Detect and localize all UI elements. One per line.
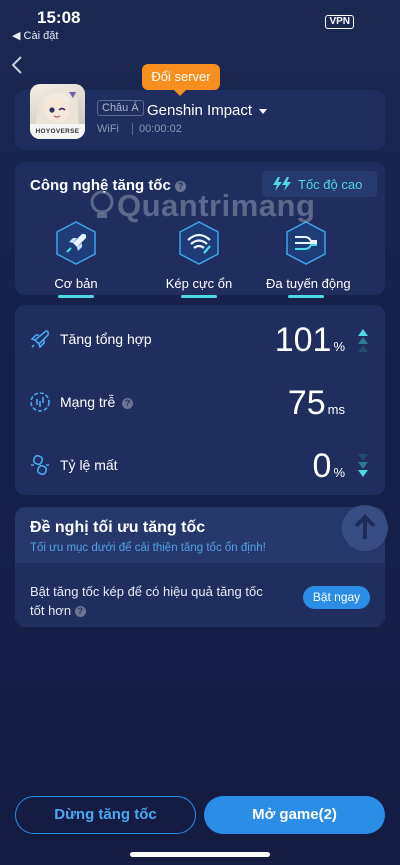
vpn-badge: VPN: [325, 15, 354, 29]
caret-down-icon[interactable]: [259, 109, 267, 114]
hoyoverse-logo: HOYOVERSE: [35, 128, 80, 135]
mode-dual-label: Kép cực ổn: [165, 276, 233, 291]
chevron-left-icon: [11, 56, 22, 74]
stop-acceleration-button[interactable]: Dừng tăng tốc: [15, 796, 196, 834]
region-chip: Châu Á: [97, 100, 144, 116]
stat-label: Tăng tổng hợp: [60, 331, 152, 347]
stat-label: Mạng trễ ?: [60, 394, 134, 410]
game-name[interactable]: Genshin Impact: [147, 102, 252, 119]
stat-value: 101%: [274, 321, 345, 359]
elapsed-timer: 00:00:02: [132, 123, 182, 135]
wifi-double-icon: [179, 221, 219, 265]
stat-label: Tỷ lệ mất: [60, 457, 118, 473]
lightning-icon: [273, 177, 291, 191]
mode-basic-underline: [58, 295, 94, 298]
open-game-button[interactable]: Mở game(2): [204, 796, 385, 834]
stat-value: 0%: [312, 447, 345, 485]
mode-basic[interactable]: Cơ bản: [36, 220, 116, 298]
arrow-up-icon[interactable]: [342, 505, 388, 551]
high-speed-chip[interactable]: Tốc độ cao: [262, 171, 377, 197]
packet-loss-icon: [31, 454, 49, 476]
trend-down-icon: [358, 454, 368, 477]
help-icon[interactable]: ?: [175, 180, 186, 192]
optimization-title: Đề nghị tối ưu tăng tốc: [30, 519, 206, 536]
optimization-card: Đề nghị tối ưu tăng tốc Tối ưu mục dưới …: [15, 505, 388, 627]
optimization-header: Đề nghị tối ưu tăng tốc Tối ưu mục dưới …: [15, 505, 388, 563]
home-indicator[interactable]: [130, 852, 270, 857]
game-avatar: HOYOVERSE: [30, 84, 85, 139]
stat-row-total-boost: Tăng tổng hợp 101%: [15, 308, 385, 368]
change-server-button[interactable]: Đổi server: [142, 64, 220, 96]
high-speed-label: Tốc độ cao: [298, 177, 363, 192]
game-card[interactable]: HOYOVERSE Châu Á Genshin Impact WiFi 00:…: [15, 84, 385, 150]
tech-title-text: Công nghệ tăng tốc: [30, 177, 171, 194]
optimization-suggestion: Bật tăng tốc kép để có hiệu quả tăng tốc…: [30, 584, 263, 618]
stats-card: Tăng tổng hợp 101% Mạng trễ ? 75 ms Tỷ lệ…: [15, 305, 385, 495]
acceleration-tech-card: Công nghệ tăng tốc ? Tốc độ cao Cơ bản K…: [15, 162, 385, 298]
latency-icon: [30, 392, 50, 412]
rocket-icon: [56, 221, 96, 265]
multi-route-icon: [286, 221, 326, 265]
mode-dual-underline: [181, 295, 217, 298]
status-bar: 15:08 ◀ Cài đặt VPN: [0, 0, 400, 48]
stat-row-packet-loss: Tỷ lệ mất 0%: [15, 434, 385, 494]
status-time: 15:08: [37, 8, 81, 27]
help-icon[interactable]: ?: [122, 397, 134, 409]
back-button[interactable]: [8, 52, 28, 78]
network-type: WiFi: [97, 123, 119, 135]
trend-up-icon: [358, 329, 368, 352]
mode-multi-route-label: Đa tuyến động: [266, 276, 351, 291]
back-to-settings-link[interactable]: ◀ Cài đặt: [12, 29, 58, 42]
tech-title: Công nghệ tăng tốc ?: [30, 177, 186, 194]
rocket-icon: [30, 330, 50, 349]
stat-value: 75 ms: [287, 384, 345, 422]
enable-now-button[interactable]: Bật ngay: [303, 586, 370, 609]
mode-multi-route[interactable]: Đa tuyến động: [266, 220, 351, 298]
optimization-subtitle: Tối ưu mục dưới để cải thiện tăng tốc ổn…: [30, 542, 266, 554]
mode-basic-label: Cơ bản: [54, 276, 98, 291]
stat-row-latency: Mạng trễ ? 75 ms: [15, 371, 385, 431]
mode-multi-route-underline: [288, 295, 324, 298]
help-icon[interactable]: ?: [74, 606, 86, 618]
mode-dual[interactable]: Kép cực ổn: [159, 220, 239, 298]
